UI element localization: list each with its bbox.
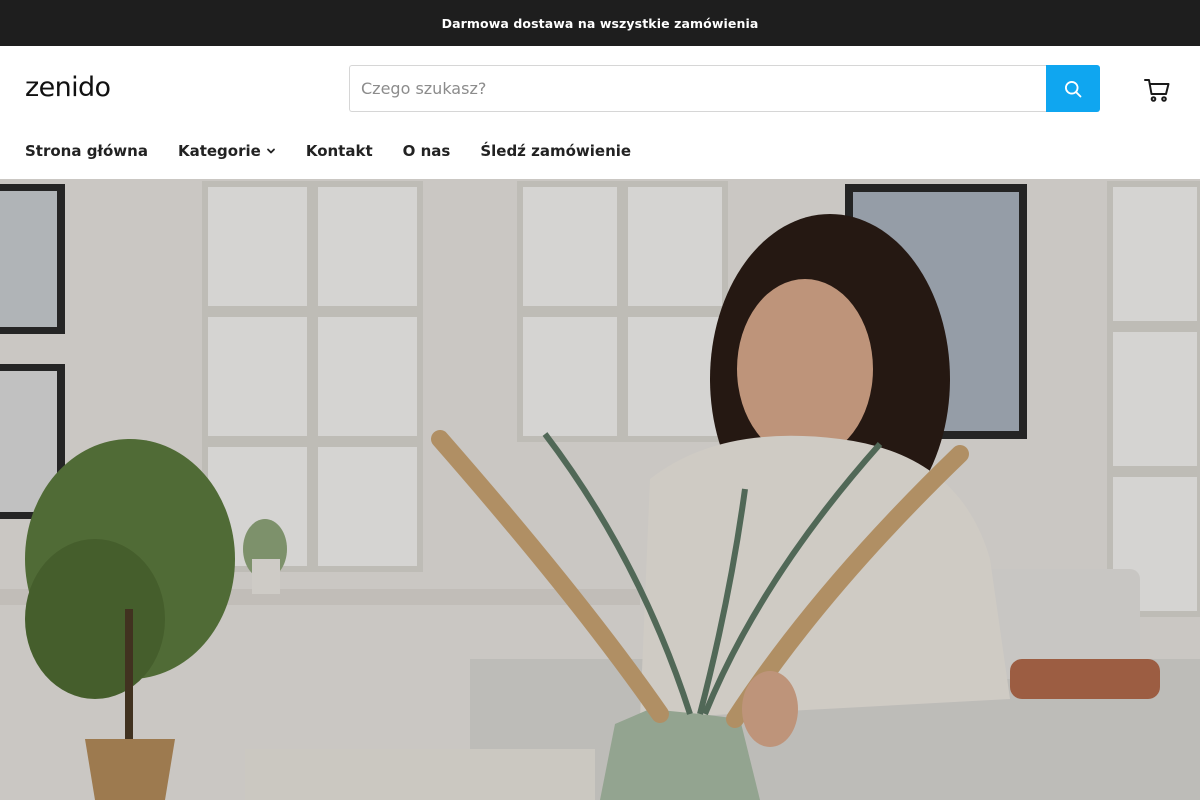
hero-banner[interactable] xyxy=(0,179,1200,800)
nav-item-track-order[interactable]: Śledź zamówienie xyxy=(480,142,631,160)
nav-item-label: O nas xyxy=(402,142,451,160)
nav-item-label: Strona główna xyxy=(25,142,148,160)
announcement-bar: Darmowa dostawa na wszystkie zamówienia xyxy=(0,0,1200,46)
nav-item-home[interactable]: Strona główna xyxy=(25,142,148,160)
nav-item-about[interactable]: O nas xyxy=(403,142,451,160)
nav-item-label: Kontakt xyxy=(305,142,373,160)
nav-item-categories[interactable]: Kategorie xyxy=(178,142,276,160)
search-input[interactable] xyxy=(349,65,1046,112)
announcement-text: Darmowa dostawa na wszystkie zamówienia xyxy=(441,15,759,31)
main-nav: Strona główna Kategorie Kontakt O nas Śl… xyxy=(25,139,661,163)
nav-item-label: Śledź zamówienie xyxy=(480,142,632,160)
hero-overlay xyxy=(0,179,1200,800)
nav-item-label: Kategorie xyxy=(177,142,261,160)
search-icon xyxy=(1063,79,1083,99)
logo[interactable]: zenido xyxy=(25,72,111,103)
cart-button[interactable] xyxy=(1141,75,1173,105)
nav-item-contact[interactable]: Kontakt xyxy=(306,142,373,160)
cart-icon xyxy=(1143,77,1171,103)
site-header: zenido Strona główna Kategorie xyxy=(0,46,1200,179)
chevron-down-icon xyxy=(266,146,276,156)
search-button[interactable] xyxy=(1046,65,1100,112)
search-form xyxy=(349,65,1100,112)
